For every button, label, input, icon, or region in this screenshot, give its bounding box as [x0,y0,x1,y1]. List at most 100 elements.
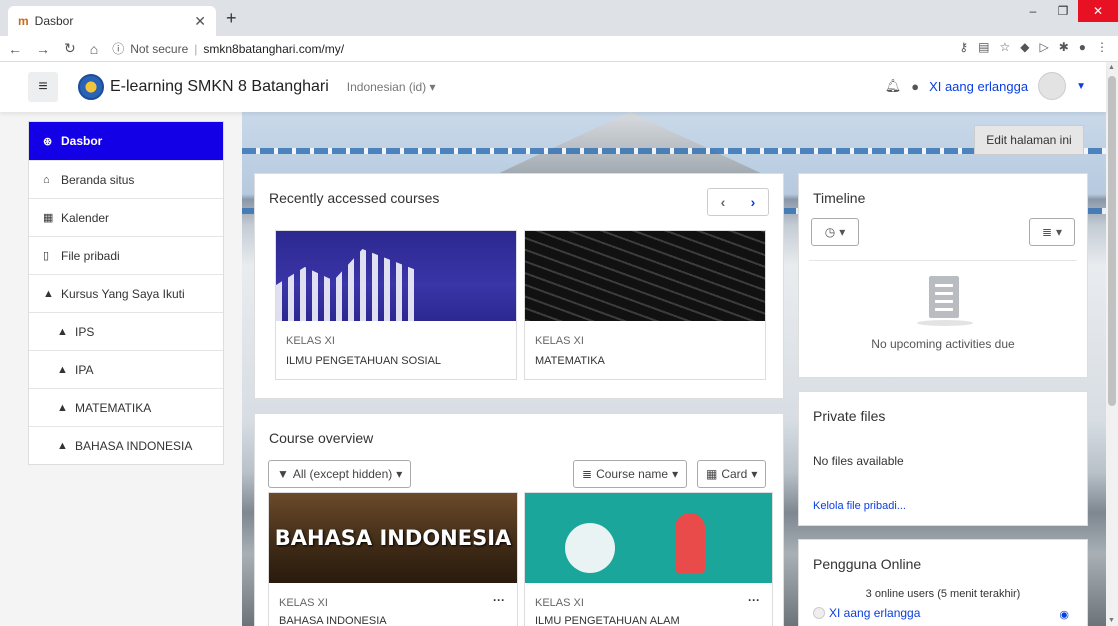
empty-list-icon [929,276,959,318]
extension-icon[interactable]: ▷ [1039,40,1048,54]
more-options-icon[interactable]: ··· [748,593,760,607]
info-icon[interactable]: ⓘ [112,40,124,57]
bell-icon[interactable]: 🔔︎ [885,78,902,94]
nav-item-bahasa-indonesia[interactable]: ▲ BAHASA INDONESIA [29,426,223,464]
new-tab-icon[interactable]: + [226,8,237,29]
tab-title: Dasbor [34,14,74,28]
profile-icon[interactable]: ● [1079,40,1086,54]
site-name[interactable]: E-learning SMKN 8 Batanghari [110,78,329,96]
course-name[interactable]: BAHASA INDONESIA [279,615,387,626]
chevron-left-icon[interactable]: ‹ [708,189,738,215]
course-card[interactable]: KELAS XI ILMU PENGETAHUAN SOSIAL [275,230,517,380]
view-dropdown[interactable]: ▦ Card ▾ [697,460,767,488]
more-options-icon[interactable]: ··· [493,593,505,607]
filter-label: All (except hidden) [292,467,393,481]
school-logo[interactable] [78,74,104,100]
translate-icon[interactable]: ▤ [978,40,989,54]
nav-item-dasbor[interactable]: ⊛ Dasbor [29,122,223,160]
puzzle-icon[interactable]: ✱ [1059,40,1069,54]
online-user-name: XI aang erlangga [829,606,921,620]
course-card[interactable]: BAHASA INDONESIA KELAS XI BAHASA INDONES… [268,492,518,626]
course-image: BAHASA INDONESIA [269,493,517,583]
course-card[interactable]: KELAS XI MATEMATIKA [524,230,766,380]
timeline-sort-dropdown[interactable]: ≣ ▾ [1029,218,1075,246]
nav-item-label: IPS [75,324,95,339]
key-icon[interactable]: ⚷ [959,40,968,54]
course-category: KELAS XI [535,597,584,609]
minimize-icon[interactable]: – [1018,0,1048,22]
graduation-cap-icon: ▲ [57,439,68,452]
nav-item-label: Kursus Yang Saya Ikuti [61,286,185,301]
nav-item-beranda-situs[interactable]: ⌂ Beranda situs [29,160,223,198]
page-scrollbar[interactable]: ▲ ▼ [1106,62,1118,626]
scrollbar-thumb[interactable] [1108,76,1116,406]
nav-drawer: ⊛ Dasbor ⌂ Beranda situs ▦ Kalender ▯ Fi… [28,121,224,465]
sort-dropdown[interactable]: ≣ Course name ▾ [573,460,688,488]
caret-down-icon: ▾ [396,467,403,481]
carousel-nav: ‹ › [707,188,769,216]
eye-icon[interactable]: ◉ [1059,608,1069,621]
moodle-favicon-icon: m [18,14,29,28]
omnibox[interactable]: ⓘ Not secure | smkn8batanghari.com/my/ [112,40,344,57]
chat-bubble-icon[interactable]: ● [911,79,919,94]
reload-icon[interactable]: ↻ [64,40,76,57]
url-text[interactable]: smkn8batanghari.com/my/ [203,42,344,56]
hamburger-menu-icon[interactable]: ≡ [28,72,58,102]
nav-item-ips[interactable]: ▲ IPS [29,312,223,350]
forward-icon[interactable]: → [36,41,50,57]
site-header: ≡ E-learning SMKN 8 Batanghari Indonesia… [0,62,1106,112]
language-menu[interactable]: Indonesian (id) ▾ [347,80,436,94]
extension-icon[interactable]: ◆ [1020,40,1029,54]
window-controls: – ❐ ✕ [1018,0,1118,26]
back-icon[interactable]: ← [8,41,22,57]
nav-item-kalender[interactable]: ▦ Kalender [29,198,223,236]
course-image [525,231,765,321]
caret-down-icon[interactable]: ▼ [1076,81,1086,92]
home-page-icon[interactable]: ⌂ [90,41,98,57]
block-title: Course overview [269,430,374,446]
course-name[interactable]: ILMU PENGETAHUAN SOSIAL [286,355,441,367]
user-menu-name[interactable]: XI aang erlangga [929,79,1028,94]
close-tab-icon[interactable]: ✕ [194,13,206,30]
scroll-down-icon[interactable]: ▼ [1108,617,1115,624]
online-user-item[interactable]: XI aang erlangga [813,606,920,620]
sort-icon: ≣ [582,467,593,481]
close-window-icon[interactable]: ✕ [1078,0,1118,22]
divider [809,260,1077,261]
nav-item-label: MATEMATIKA [75,400,152,415]
nav-item-matematika[interactable]: ▲ MATEMATIKA [29,388,223,426]
nav-item-label: IPA [75,362,94,377]
restore-icon[interactable]: ❐ [1048,0,1078,22]
course-image-text: BAHASA INDONESIA [274,526,512,550]
avatar[interactable] [1038,72,1067,100]
nav-item-ipa[interactable]: ▲ IPA [29,350,223,388]
course-overview-block: Course overview ▼ All (except hidden) ▾ … [254,413,784,626]
graduation-cap-icon: ▲ [57,363,68,376]
nav-item-kursus[interactable]: ▲ Kursus Yang Saya Ikuti [29,274,223,312]
private-files-block: Private files No files available Kelola … [798,391,1088,526]
manage-private-files-link[interactable]: Kelola file pribadi... [813,500,906,512]
timeline-filter-dropdown[interactable]: ◷ ▾ [811,218,859,246]
nav-item-file-pribadi[interactable]: ▯ File pribadi [29,236,223,274]
course-image [525,493,772,583]
edit-page-button[interactable]: Edit halaman ini [974,125,1084,155]
chevron-right-icon[interactable]: › [738,189,768,215]
course-name[interactable]: MATEMATIKA [535,355,605,367]
course-category: KELAS XI [279,597,328,609]
course-name[interactable]: ILMU PENGETAHUAN ALAM [535,615,680,626]
browser-tab[interactable]: m Dasbor ✕ [8,6,216,36]
address-bar: ← → ↻ ⌂ ⓘ Not secure | smkn8batanghari.c… [0,36,1118,62]
scroll-up-icon[interactable]: ▲ [1108,64,1115,71]
star-icon[interactable]: ☆ [999,40,1010,54]
menu-kebab-icon[interactable]: ⋮ [1096,40,1108,54]
nav-item-label: Dasbor [61,134,103,148]
dashboard-icon: ⊛ [43,135,53,148]
sort-icon: ≣ [1041,225,1053,239]
filter-dropdown[interactable]: ▼ All (except hidden) ▾ [268,460,412,488]
user-nav: 🔔︎ ● XI aang erlangga ▼ [885,72,1086,100]
online-users-summary: 3 online users (5 menit terakhir) [865,588,1021,600]
graduation-cap-icon: ▲ [57,401,68,414]
filter-icon: ▼ [277,467,289,481]
empty-icon-shadow [917,320,973,326]
course-card[interactable]: KELAS XI ILMU PENGETAHUAN ALAM ··· [524,492,773,626]
